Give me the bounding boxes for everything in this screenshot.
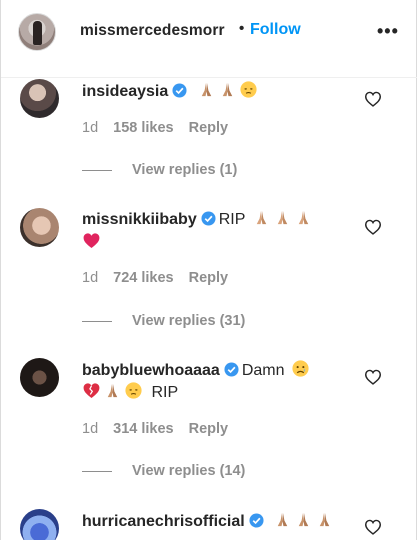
author-username[interactable]: missmercedesmorr bbox=[80, 22, 225, 40]
comment-likes[interactable]: 724 likes bbox=[113, 270, 173, 286]
broken-heart-icon bbox=[83, 383, 100, 399]
folded-hands-icon bbox=[277, 512, 288, 527]
replies-divider bbox=[82, 470, 112, 472]
view-replies-label: View replies (1) bbox=[132, 162, 238, 178]
commenter-username[interactable]: babybluewhoaaaa bbox=[82, 362, 220, 379]
view-replies-label: View replies (14) bbox=[132, 463, 246, 479]
comment-likes[interactable]: 314 likes bbox=[113, 421, 173, 437]
folded-hands-icon bbox=[222, 82, 232, 97]
comment-meta: 1d 158 likes Reply bbox=[82, 120, 243, 136]
more-options-icon[interactable]: ••• bbox=[377, 21, 399, 42]
folded-hands-icon bbox=[201, 82, 211, 97]
view-replies-button[interactable]: View replies (1) bbox=[82, 162, 237, 178]
comment-emojis-line2 bbox=[82, 231, 101, 254]
commenter-avatar[interactable] bbox=[20, 509, 59, 540]
header-separator: • bbox=[239, 20, 245, 37]
sad-face-icon bbox=[292, 360, 309, 377]
comment-time: 1d bbox=[82, 120, 99, 136]
post-header: missmercedesmorr • Follow ••• bbox=[1, 0, 417, 78]
commenter-username[interactable]: insideaysia bbox=[82, 83, 168, 100]
view-replies-button[interactable]: View replies (14) bbox=[82, 463, 245, 479]
commenter-avatar[interactable] bbox=[20, 79, 59, 118]
replies-divider bbox=[82, 169, 112, 171]
reply-button[interactable]: Reply bbox=[189, 421, 229, 437]
comment-text: RIP bbox=[218, 211, 246, 228]
replies-divider bbox=[82, 320, 112, 322]
follow-button[interactable]: Follow bbox=[250, 21, 301, 39]
view-replies-label: View replies (31) bbox=[132, 313, 246, 329]
comment-meta: 1d 724 likes Reply bbox=[82, 270, 243, 286]
like-heart-icon[interactable] bbox=[364, 519, 382, 535]
comment-text: Damn bbox=[241, 362, 285, 379]
reply-button[interactable]: Reply bbox=[189, 270, 229, 286]
red-heart-icon bbox=[83, 233, 100, 249]
comment-likes[interactable]: 158 likes bbox=[113, 120, 173, 136]
commenter-username[interactable]: missnikkiibaby bbox=[82, 211, 197, 228]
folded-hands-icon bbox=[298, 210, 308, 225]
pensive-face-icon bbox=[240, 81, 257, 98]
verified-badge-icon bbox=[224, 362, 239, 377]
folded-hands-icon bbox=[319, 512, 330, 527]
verified-badge-icon bbox=[201, 211, 216, 226]
folded-hands-icon bbox=[277, 210, 287, 225]
comment-line2: RIP bbox=[82, 381, 178, 404]
comment-text-line2: RIP bbox=[151, 384, 179, 401]
view-replies-button[interactable]: View replies (31) bbox=[82, 313, 245, 329]
like-heart-icon[interactable] bbox=[364, 369, 382, 385]
verified-badge-icon bbox=[249, 513, 264, 528]
like-heart-icon[interactable] bbox=[364, 219, 382, 235]
like-heart-icon[interactable] bbox=[364, 91, 382, 107]
folded-hands-icon bbox=[298, 512, 309, 527]
comments-panel: missmercedesmorr • Follow ••• insideaysi… bbox=[0, 0, 417, 540]
pensive-face-icon bbox=[125, 382, 142, 399]
comment-emojis bbox=[250, 210, 313, 228]
comment-emojis bbox=[267, 512, 334, 530]
comment-time: 1d bbox=[82, 421, 99, 437]
verified-badge-icon bbox=[172, 83, 187, 98]
reply-button[interactable]: Reply bbox=[189, 120, 229, 136]
folded-hands-icon bbox=[107, 383, 118, 398]
folded-hands-icon bbox=[256, 210, 266, 225]
commenter-username[interactable]: hurricanechrisofficial bbox=[82, 513, 245, 530]
commenter-avatar[interactable] bbox=[20, 358, 59, 397]
comment-emojis bbox=[289, 360, 310, 379]
author-avatar[interactable] bbox=[18, 13, 56, 51]
comment-emojis bbox=[190, 81, 257, 100]
commenter-avatar[interactable] bbox=[20, 208, 59, 247]
comment-time: 1d bbox=[82, 270, 99, 286]
comment-meta: 1d 314 likes Reply bbox=[82, 421, 243, 437]
